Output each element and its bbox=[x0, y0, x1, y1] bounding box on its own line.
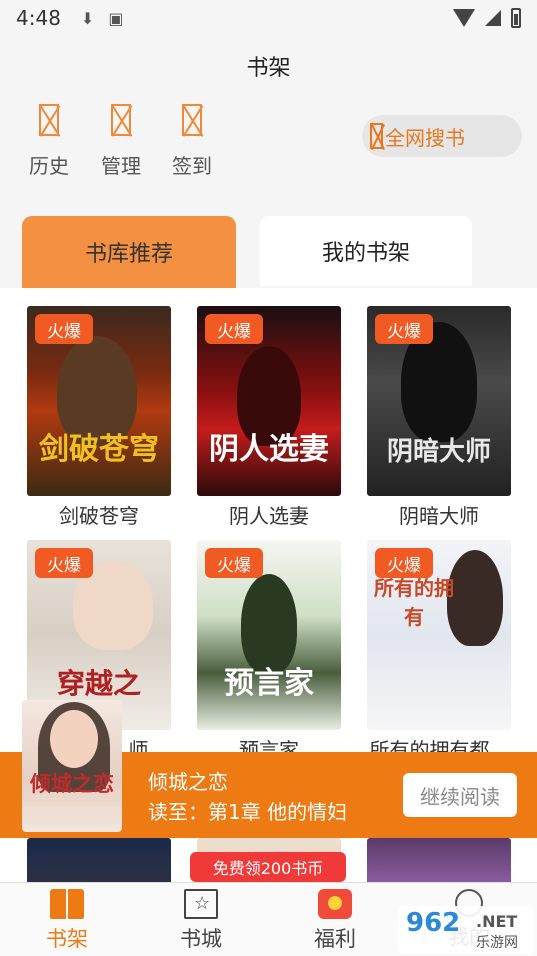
book-card[interactable]: 火爆 所有的拥有 所有的拥有都... bbox=[367, 540, 511, 763]
cover-title-art: 倾城之恋 bbox=[30, 771, 114, 796]
hot-badge: 火爆 bbox=[205, 548, 263, 578]
app-screen: 4:48 ⬇ ▣ 书架 历史 管理 签到 全网搜书 书库推荐 我的书架 火爆 剑… bbox=[0, 0, 537, 956]
bookstore-icon bbox=[184, 889, 218, 919]
download-icon: ⬇ bbox=[80, 8, 95, 28]
tab-my-shelf[interactable]: 我的书架 bbox=[260, 216, 472, 286]
nav-bookshelf[interactable]: 书架 bbox=[22, 883, 112, 956]
book-card[interactable]: 火爆 预言家 预言家 bbox=[197, 540, 341, 763]
book-cover: 火爆 预言家 bbox=[197, 540, 341, 730]
welfare-icon bbox=[318, 889, 352, 919]
battery-icon bbox=[511, 8, 521, 28]
cover-title-art: 剑破苍穹 bbox=[39, 432, 159, 467]
tab-recommended[interactable]: 书库推荐 bbox=[22, 216, 236, 288]
notification-icon: ▣ bbox=[108, 8, 124, 28]
watermark-number: 962 bbox=[406, 908, 461, 938]
site-watermark: 962 .NET 乐游网 bbox=[398, 906, 534, 954]
cover-title-art: 预言家 bbox=[224, 666, 314, 701]
bookshelf-icon bbox=[50, 889, 84, 919]
book-title: 阴人选妻 bbox=[229, 504, 309, 528]
cover-title-art: 阴暗大师 bbox=[386, 437, 491, 467]
signal-icon bbox=[485, 10, 501, 26]
page-title: 书架 bbox=[246, 56, 291, 81]
checkin-icon bbox=[182, 104, 202, 136]
nav-bookshelf-label: 书架 bbox=[46, 927, 88, 951]
reading-book-cover[interactable]: 倾城之恋 bbox=[22, 700, 122, 832]
history-button[interactable]: 历史 bbox=[19, 104, 79, 179]
status-bar: 4:48 ⬇ ▣ bbox=[0, 0, 537, 36]
reading-book-title: 倾城之恋 bbox=[148, 770, 228, 794]
history-label: 历史 bbox=[29, 154, 69, 178]
status-time: 4:48 bbox=[16, 6, 61, 30]
nav-welfare[interactable]: 福利 bbox=[290, 883, 380, 956]
book-card[interactable]: 火爆 剑破苍穹 剑破苍穹 bbox=[27, 306, 171, 529]
reading-progress: 读至：第1章 他的情妇 bbox=[148, 800, 348, 824]
nav-bookstore-label: 书城 bbox=[180, 927, 222, 951]
wifi-icon bbox=[453, 9, 475, 27]
continue-reading-button[interactable]: 继续阅读 bbox=[403, 773, 517, 817]
watermark-sub: 乐游网 bbox=[476, 935, 518, 951]
cover-title-art: 阴人选妻 bbox=[209, 432, 329, 467]
cover-title-art: 穿越之 bbox=[56, 667, 141, 700]
book-cover: 火爆 剑破苍穹 bbox=[27, 306, 171, 496]
cover-title-art: 所有的拥有 bbox=[374, 576, 454, 629]
search-icon bbox=[370, 123, 383, 149]
book-cover: 火爆 所有的拥有 bbox=[367, 540, 511, 730]
book-cover: 火爆 阴暗大师 bbox=[367, 306, 511, 496]
free-coins-banner[interactable]: 免费领200书币 bbox=[190, 852, 346, 882]
hot-badge: 火爆 bbox=[205, 314, 263, 344]
watermark-net: .NET bbox=[476, 912, 518, 931]
history-icon bbox=[39, 104, 59, 136]
checkin-label: 签到 bbox=[172, 154, 212, 178]
manage-label: 管理 bbox=[101, 154, 141, 178]
cover-figure bbox=[50, 710, 98, 768]
hot-badge: 火爆 bbox=[375, 314, 433, 344]
checkin-button[interactable]: 签到 bbox=[162, 104, 222, 179]
book-card[interactable]: 火爆 阴暗大师 阴暗大师 bbox=[367, 306, 511, 529]
nav-bookstore[interactable]: 书城 bbox=[156, 883, 246, 956]
book-title: 阴暗大师 bbox=[399, 504, 479, 528]
nav-welfare-label: 福利 bbox=[314, 927, 356, 951]
search-all-label: 全网搜书 bbox=[385, 125, 465, 150]
manage-icon bbox=[111, 104, 131, 136]
hot-badge: 火爆 bbox=[35, 548, 93, 578]
book-title: 剑破苍穹 bbox=[59, 504, 139, 528]
book-card[interactable]: 火爆 阴人选妻 阴人选妻 bbox=[197, 306, 341, 529]
hot-badge: 火爆 bbox=[35, 314, 93, 344]
manage-button[interactable]: 管理 bbox=[91, 104, 151, 179]
search-all-button[interactable]: 全网搜书 bbox=[362, 115, 522, 157]
book-cover: 火爆 阴人选妻 bbox=[197, 306, 341, 496]
